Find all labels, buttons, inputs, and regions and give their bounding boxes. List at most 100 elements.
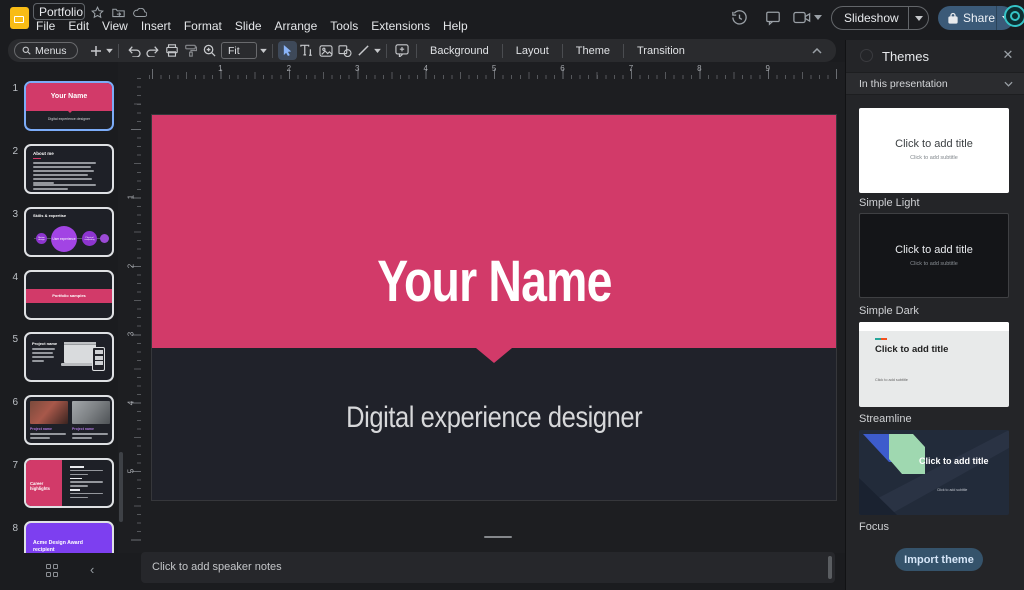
new-slide-button[interactable]: [86, 41, 105, 60]
slide-number: 3: [4, 209, 18, 220]
zoom-select[interactable]: Fit: [221, 42, 257, 59]
lock-icon: [948, 12, 958, 24]
redo-button[interactable]: [143, 41, 162, 60]
slide-thumbnail-7[interactable]: Career highlights: [24, 458, 114, 508]
zoom-button[interactable]: [200, 41, 219, 60]
text-line: [33, 174, 88, 176]
text-line: [33, 162, 96, 164]
text-box-tool-button[interactable]: [297, 41, 316, 60]
text-line: [30, 433, 66, 435]
themes-panel: Themes ✕ In this presentation Click to a…: [845, 40, 1024, 590]
collapse-filmstrip-icon[interactable]: ‹: [90, 562, 94, 577]
filmstrip-scrollbar[interactable]: [119, 452, 123, 522]
vertical-ruler: 12345: [126, 78, 141, 548]
menu-item-tools[interactable]: Tools: [327, 18, 361, 35]
slide-subtitle-text[interactable]: Digital experience designer: [152, 401, 836, 435]
ruler-number: 1: [218, 64, 222, 73]
new-slide-caret[interactable]: [105, 41, 113, 60]
insert-image-button[interactable]: [316, 41, 335, 60]
menu-item-arrange[interactable]: Arrange: [272, 18, 321, 35]
ruler-number: 3: [355, 64, 359, 73]
ruler-number: 7: [629, 64, 633, 73]
select-tool-button[interactable]: [278, 41, 297, 60]
line-caret[interactable]: [373, 41, 381, 60]
slides-logo: [10, 7, 29, 29]
thumbnail-body-skeleton: [70, 493, 104, 499]
shapes-icon: [338, 45, 352, 57]
slide-thumbnail-2[interactable]: About me: [24, 144, 114, 194]
slide-accent-notch: [476, 348, 512, 363]
slide-thumbnail-5[interactable]: Project name: [24, 332, 114, 382]
menu-item-insert[interactable]: Insert: [138, 18, 174, 35]
theme-card-simple-light[interactable]: Click to add title Click to add subtitle: [859, 108, 1009, 193]
slide-number: 4: [4, 272, 18, 283]
cloud-status-icon[interactable]: [133, 8, 147, 18]
slide-title-text[interactable]: Your Name: [152, 248, 836, 315]
close-panel-icon[interactable]: ✕: [1001, 48, 1015, 62]
background-button[interactable]: Background: [422, 45, 497, 57]
layout-button[interactable]: Layout: [508, 45, 557, 57]
slide-thumbnail-3[interactable]: Skills & expertise Motion design User ex…: [24, 207, 114, 257]
theme-card-streamline[interactable]: Click to add title Click to add subtitle: [859, 322, 1009, 407]
zoom-select-caret[interactable]: [259, 41, 267, 60]
current-slide[interactable]: Your Name Digital experience designer: [152, 115, 836, 500]
theme-scope-dropdown[interactable]: In this presentation: [846, 72, 1024, 95]
undo-icon: [127, 45, 141, 57]
menu-item-view[interactable]: View: [99, 18, 131, 35]
undo-button[interactable]: [124, 41, 143, 60]
menu-item-help[interactable]: Help: [440, 18, 471, 35]
ruler-number: 8: [697, 64, 701, 73]
chevron-up-icon: [812, 48, 822, 54]
slide-thumbnail-1[interactable]: Your Name Digital experience designer: [24, 81, 114, 131]
import-theme-button[interactable]: Import theme: [895, 548, 983, 571]
slide-number: 2: [4, 146, 18, 157]
text-line: [70, 470, 103, 472]
slide-thumbnail-6[interactable]: Project name Project name: [24, 395, 114, 445]
toolbar: Menus Fit: [8, 39, 836, 62]
ruler-number: 2: [287, 64, 291, 73]
slideshow-dropdown-caret[interactable]: [909, 6, 929, 30]
ruler-number: 1: [127, 195, 136, 199]
theme-card-focus[interactable]: Click to add title Click to add subtitle: [859, 430, 1009, 515]
share-button[interactable]: Share: [938, 6, 996, 30]
slide-number: 5: [4, 334, 18, 345]
insert-comment-button[interactable]: [392, 41, 411, 60]
add-comment-icon: [395, 44, 409, 57]
menus-search-button[interactable]: Menus: [14, 42, 78, 59]
comments-icon[interactable]: [765, 10, 781, 26]
insert-line-button[interactable]: [354, 41, 373, 60]
transition-button[interactable]: Transition: [629, 45, 693, 57]
slideshow-button[interactable]: Slideshow: [831, 6, 909, 30]
speaker-notes[interactable]: Click to add speaker notes: [141, 552, 835, 583]
text-line: [32, 360, 44, 362]
theme-button[interactable]: Theme: [568, 45, 618, 57]
search-icon: [22, 46, 31, 55]
ruler-number: 2: [127, 264, 136, 268]
grid-view-icon[interactable]: [46, 564, 59, 577]
camera-dropdown-caret-icon[interactable]: [814, 14, 822, 20]
share-label: Share: [963, 11, 995, 25]
menu-item-format[interactable]: Format: [181, 18, 225, 35]
notes-scrollbar[interactable]: [828, 556, 832, 579]
redo-icon: [146, 45, 160, 57]
menu-item-file[interactable]: File: [33, 18, 58, 35]
meet-camera-icon[interactable]: [793, 11, 811, 24]
line-icon: [357, 44, 370, 57]
menu-item-edit[interactable]: Edit: [65, 18, 92, 35]
account-avatar[interactable]: [1004, 5, 1024, 27]
print-button[interactable]: [162, 41, 181, 60]
theme-card-simple-dark[interactable]: Click to add title Click to add subtitle: [859, 213, 1009, 298]
notes-resize-handle[interactable]: [484, 536, 512, 538]
paint-format-button[interactable]: [181, 41, 200, 60]
slide-thumbnail-4[interactable]: Portfolio samples: [24, 270, 114, 320]
insert-shape-button[interactable]: [335, 41, 354, 60]
slide-thumbnail-8[interactable]: Acme Design Award recipient: [24, 521, 114, 553]
menu-item-extensions[interactable]: Extensions: [368, 18, 433, 35]
thumbnail-body-skeleton: [32, 348, 56, 364]
version-history-icon[interactable]: [731, 9, 748, 26]
slide-number: 1: [4, 83, 18, 94]
caret-down-icon: [915, 15, 923, 21]
move-folder-icon[interactable]: [112, 7, 125, 18]
collapse-toolbar-button[interactable]: [807, 41, 826, 60]
menu-item-slide[interactable]: Slide: [232, 18, 265, 35]
